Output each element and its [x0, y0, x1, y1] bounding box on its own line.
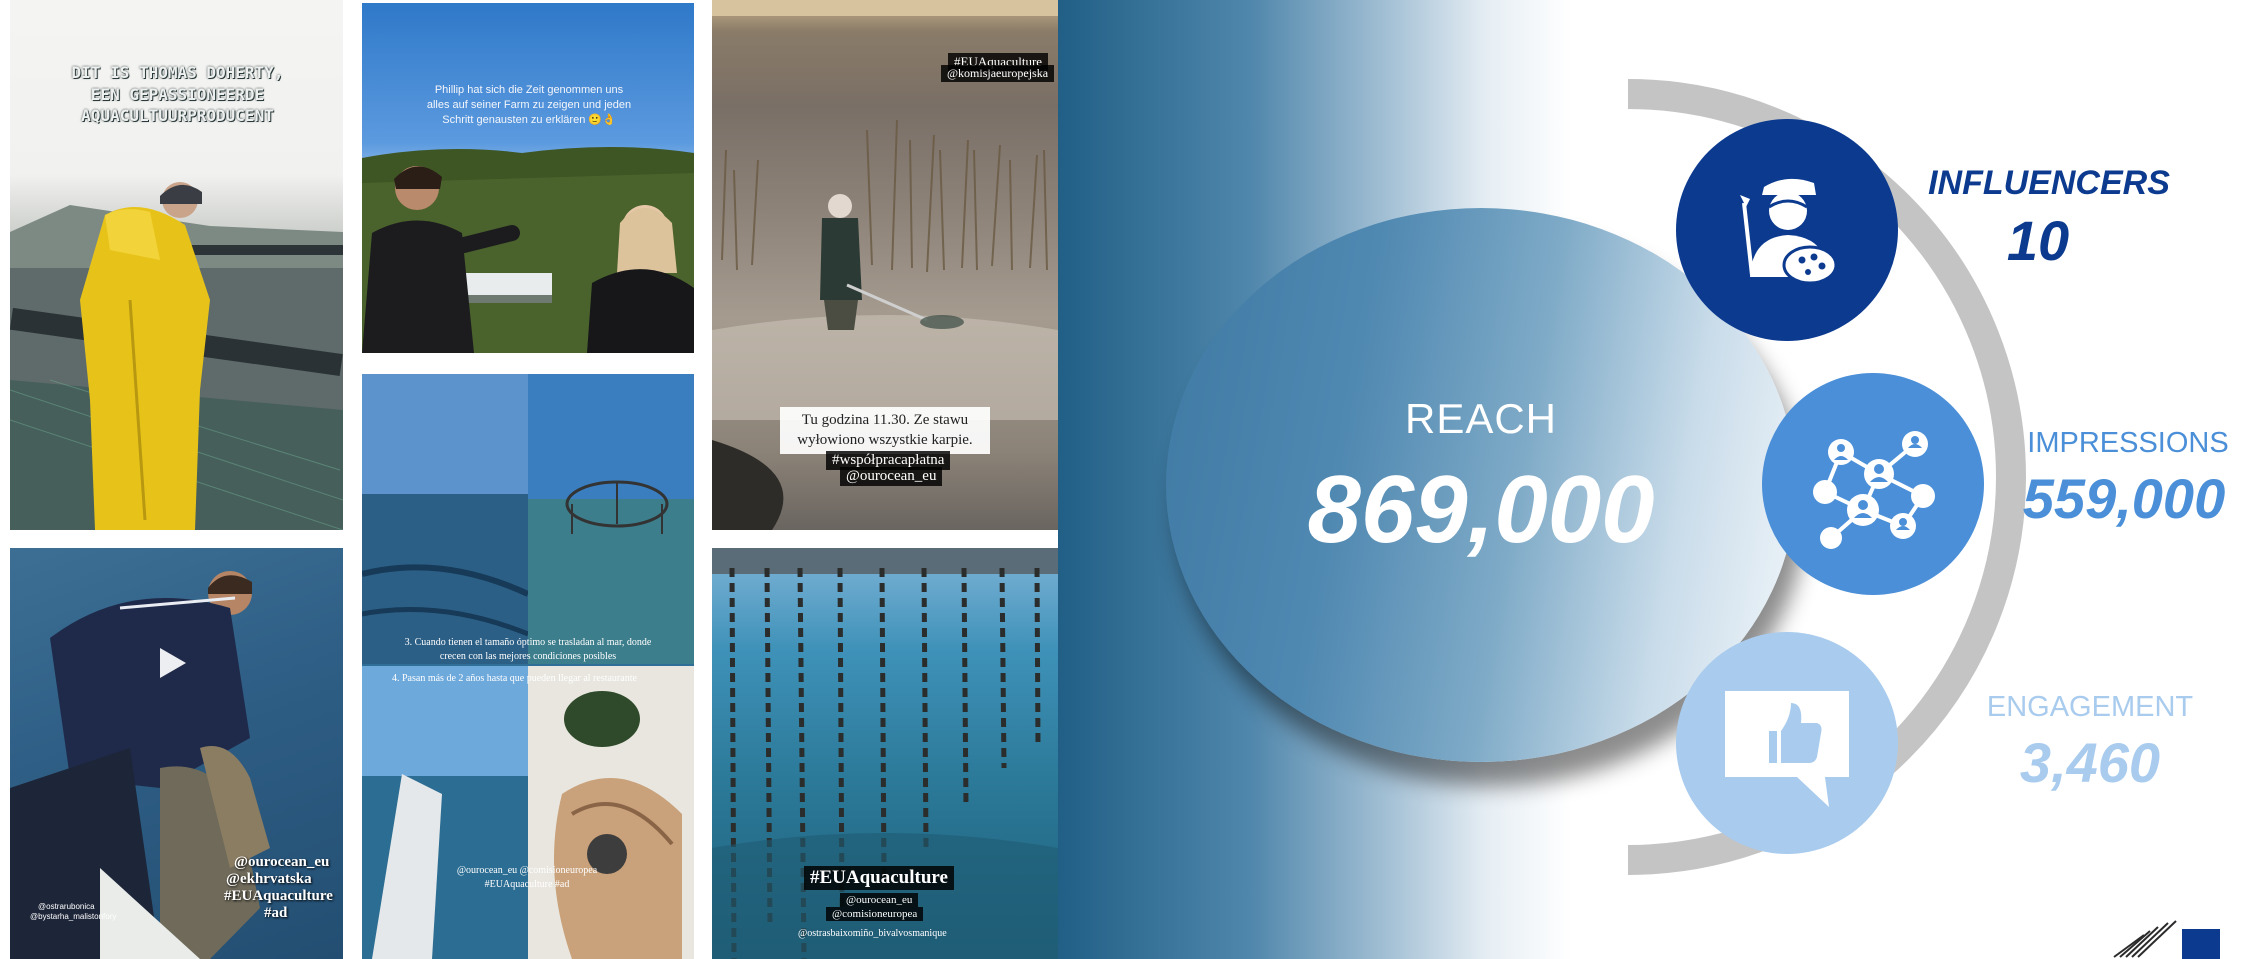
fish-farm-photo [10, 182, 343, 530]
post-caption: 4. Pasan más de 2 años hasta que pueden … [392, 673, 637, 684]
engagement-label: ENGAGEMENT [1986, 691, 2194, 723]
hashtag-label: #EUAquaculture [804, 866, 954, 890]
credit-label: @ostrarubonica [38, 902, 95, 911]
farm-visit-photo [362, 147, 694, 353]
artist-palette-icon [1740, 178, 1838, 285]
post-thumbnail-doherty[interactable]: DIT IS THOMAS DOHERTY, EEN GEPASSIONEERD… [10, 0, 343, 530]
campaign-stats-panel: REACH 869,000 INFLUENCERS 10 IMPRESSIONS… [1058, 0, 2252, 959]
post-thumbnail-farm-visit[interactable]: Phillip hat sich die Zeit genommen uns a… [362, 3, 694, 353]
network-people-icon [1813, 431, 1935, 549]
impressions-label: IMPRESSIONS [2027, 427, 2229, 459]
post-caption: 3. Cuando tienen el tamaño óptimo se tra… [404, 637, 652, 662]
impressions-value: 559,000 [2022, 467, 2226, 530]
handle-label: @ourocean_eu [840, 893, 919, 907]
engagement-circle [1676, 632, 1898, 854]
handle-label: @ostrasbaixomiño_bivalvosmanique [798, 928, 947, 939]
reach-value: 869,000 [1307, 456, 1655, 563]
post-caption: Phillip hat sich die Zeit genommen uns a… [426, 84, 632, 126]
influencers-label: INFLUENCERS [1928, 164, 2170, 202]
handle-label: @ourocean_eu [840, 467, 943, 486]
credit-label: @bystarha_malistonfory [30, 912, 117, 921]
play-icon[interactable] [160, 648, 186, 678]
impressions-circle [1762, 373, 1984, 595]
post-tags: @ourocean_eu @comisioneuropea #EUAquacul… [456, 865, 598, 890]
thumbs-up-chat-icon [1725, 691, 1849, 807]
post-thumbnail-fish-restaurant[interactable]: 3. Cuando tienen el tamaño óptimo se tra… [362, 374, 694, 959]
post-caption: Tu godzina 11.30. Ze stawu wyłowiono wsz… [780, 407, 990, 454]
hashtag-label: #ad [264, 905, 288, 921]
influencers-circle [1676, 119, 1898, 341]
post-thumbnail-carp-pond[interactable]: #EUAquaculture @komisjaeuropejska Tu god… [712, 0, 1058, 530]
reach-label: REACH [1404, 395, 1558, 442]
post-thumbnail-oyster-boat[interactable]: @ourocean_eu @ekhrvatska #EUAquaculture … [10, 548, 343, 959]
influencers-value: 10 [2006, 209, 2070, 272]
eu-flag-logo [2113, 920, 2220, 959]
engagement-value: 3,460 [2019, 731, 2161, 794]
post-thumbnail-oyster-ropes[interactable]: #EUAquaculture @ourocean_eu @comisioneur… [712, 548, 1058, 959]
handle-label: @komisjaeuropejska [941, 65, 1055, 82]
handle-label: @comisioneuropea [826, 907, 924, 921]
